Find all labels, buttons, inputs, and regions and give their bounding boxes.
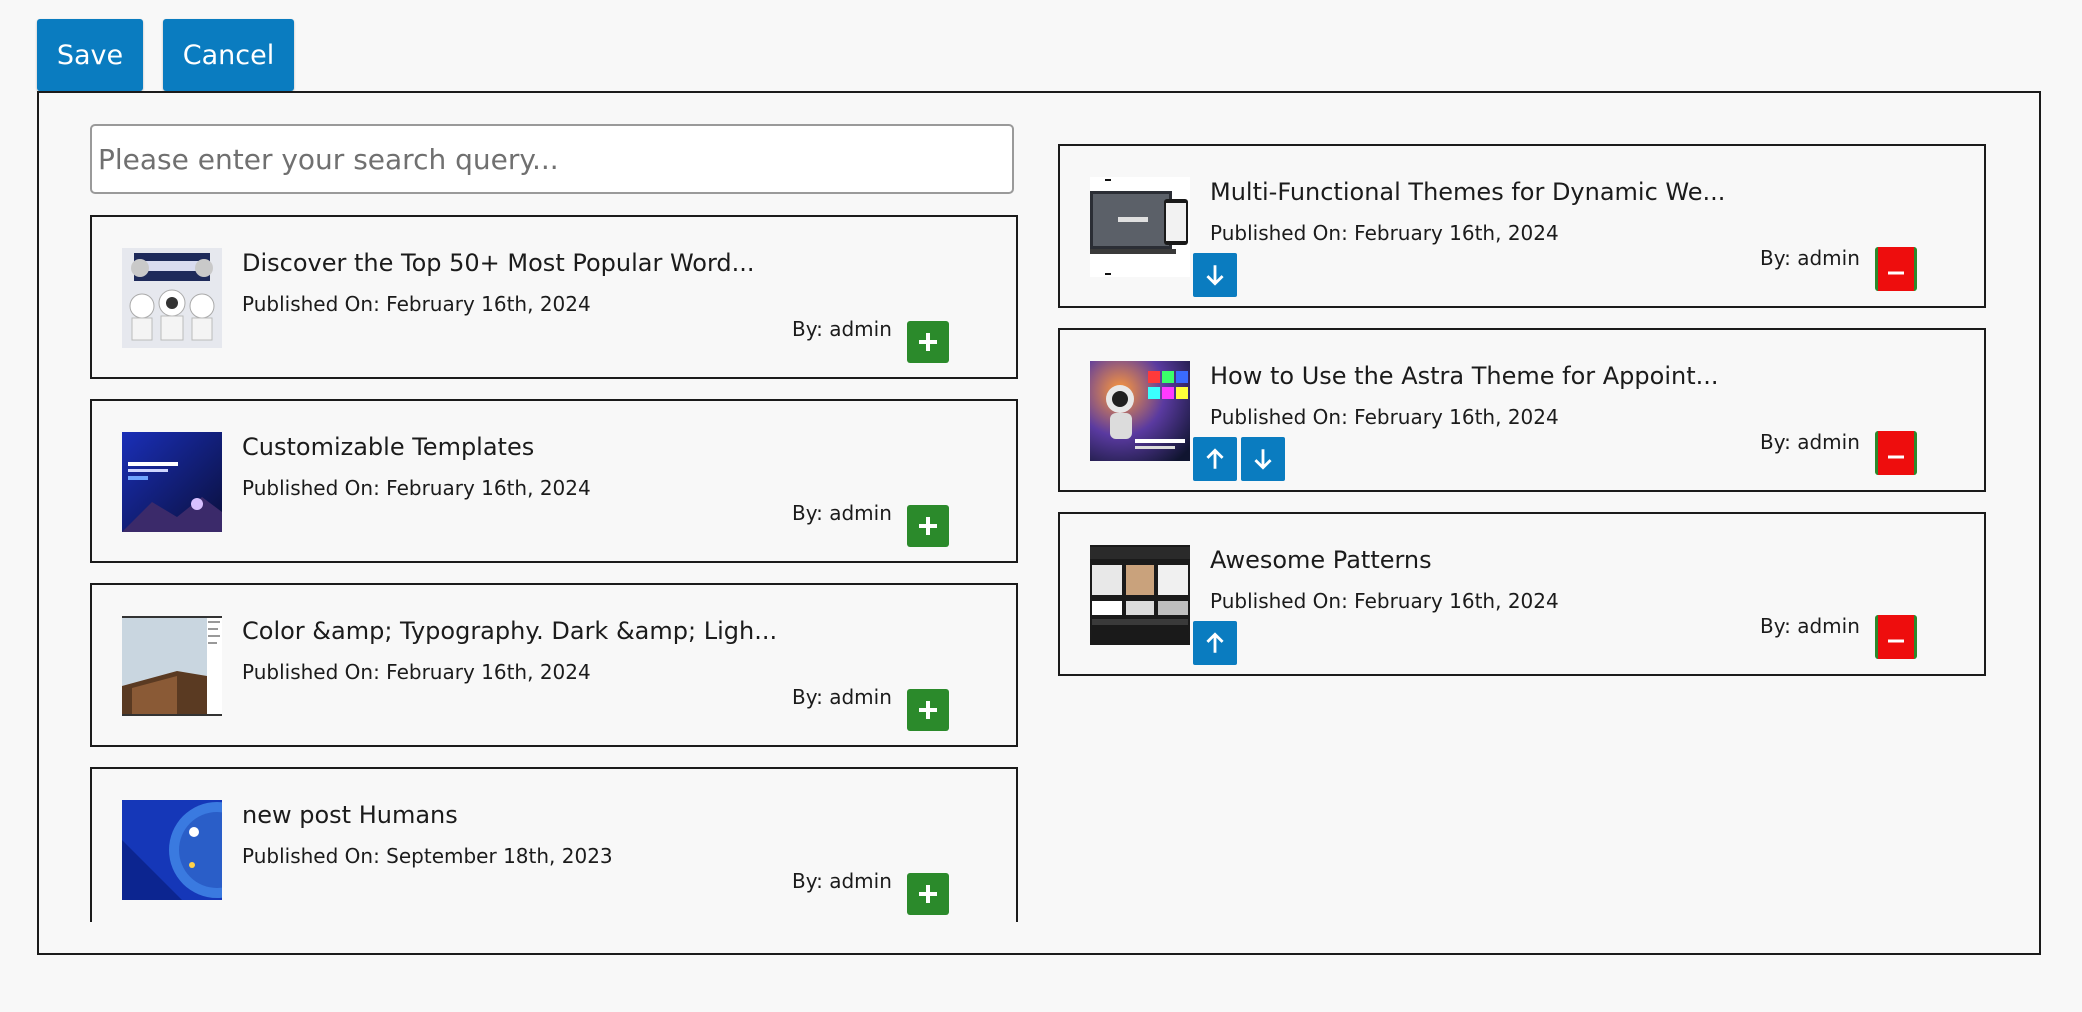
remove-post-button[interactable] [1875, 615, 1917, 659]
selected-posts-list: Multi-Functional Themes for Dynamic We..… [1058, 144, 1986, 696]
post-author: By: admin [1760, 430, 1860, 454]
minus-icon [1888, 455, 1904, 459]
arrow-up-icon [1206, 448, 1224, 469]
available-post-card: Customizable Templates Published On: Feb… [90, 399, 1018, 563]
post-author: By: admin [1760, 614, 1860, 638]
minus-icon [1888, 271, 1904, 275]
post-author: By: admin [792, 685, 892, 709]
remove-post-button[interactable] [1875, 431, 1917, 475]
save-button[interactable]: Save [37, 19, 143, 91]
post-title: Awesome Patterns [1210, 546, 1432, 574]
post-picker-panel: Discover the Top 50+ Most Popular Word..… [37, 91, 2041, 955]
toolbar: Save Cancel [37, 19, 294, 91]
plus-icon [919, 701, 937, 719]
reorder-controls [1193, 621, 1237, 665]
post-author: By: admin [792, 869, 892, 893]
available-post-card: Color &amp; Typography. Dark &amp; Ligh.… [90, 583, 1018, 747]
reorder-controls [1193, 437, 1285, 481]
add-post-button[interactable] [907, 689, 949, 731]
post-title: How to Use the Astra Theme for Appoint..… [1210, 362, 1719, 390]
post-date: Published On: February 16th, 2024 [242, 292, 591, 316]
astronaut-lights-thumbnail [1090, 361, 1190, 461]
add-post-button[interactable] [907, 321, 949, 363]
move-down-button[interactable] [1193, 253, 1237, 297]
post-date: Published On: February 16th, 2024 [242, 660, 591, 684]
arrow-down-icon [1254, 449, 1272, 470]
post-title: Color &amp; Typography. Dark &amp; Ligh.… [242, 617, 778, 645]
move-up-button[interactable] [1193, 437, 1237, 481]
arrow-down-icon [1206, 265, 1224, 286]
post-date: Published On: February 16th, 2024 [1210, 405, 1559, 429]
devices-mockup-thumbnail [1090, 177, 1190, 277]
cancel-button[interactable]: Cancel [163, 19, 294, 91]
selected-post-card: Awesome Patterns Published On: February … [1058, 512, 1986, 676]
post-author: By: admin [1760, 246, 1860, 270]
post-title: new post Humans [242, 801, 458, 829]
blue-abstract-thumbnail [122, 800, 222, 900]
available-post-card: new post Humans Published On: September … [90, 767, 1018, 922]
astronaut-robot-thumbnail [122, 248, 222, 348]
post-date: Published On: February 16th, 2024 [1210, 589, 1559, 613]
search-input[interactable] [90, 124, 1014, 194]
plus-icon [919, 333, 937, 351]
post-date: Published On: September 18th, 2023 [242, 844, 613, 868]
blue-night-scene-thumbnail [122, 432, 222, 532]
building-sky-thumbnail [122, 616, 222, 716]
remove-post-button[interactable] [1875, 247, 1917, 291]
post-title: Multi-Functional Themes for Dynamic We..… [1210, 178, 1726, 206]
available-post-card: Discover the Top 50+ Most Popular Word..… [90, 215, 1018, 379]
reorder-controls [1193, 253, 1237, 297]
post-date: Published On: February 16th, 2024 [242, 476, 591, 500]
plus-icon [919, 885, 937, 903]
post-author: By: admin [792, 501, 892, 525]
available-posts-list[interactable]: Discover the Top 50+ Most Popular Word..… [90, 215, 1018, 922]
move-down-button[interactable] [1241, 437, 1285, 481]
post-author: By: admin [792, 317, 892, 341]
selected-post-card: Multi-Functional Themes for Dynamic We..… [1058, 144, 1986, 308]
post-date: Published On: February 16th, 2024 [1210, 221, 1559, 245]
selected-post-card: How to Use the Astra Theme for Appoint..… [1058, 328, 1986, 492]
move-up-button[interactable] [1193, 621, 1237, 665]
add-post-button[interactable] [907, 505, 949, 547]
add-post-button[interactable] [907, 873, 949, 915]
post-title: Discover the Top 50+ Most Popular Word..… [242, 249, 755, 277]
plus-icon [919, 517, 937, 535]
pattern-grid-thumbnail [1090, 545, 1190, 645]
post-title: Customizable Templates [242, 433, 535, 461]
arrow-up-icon [1206, 632, 1224, 653]
minus-icon [1888, 639, 1904, 643]
